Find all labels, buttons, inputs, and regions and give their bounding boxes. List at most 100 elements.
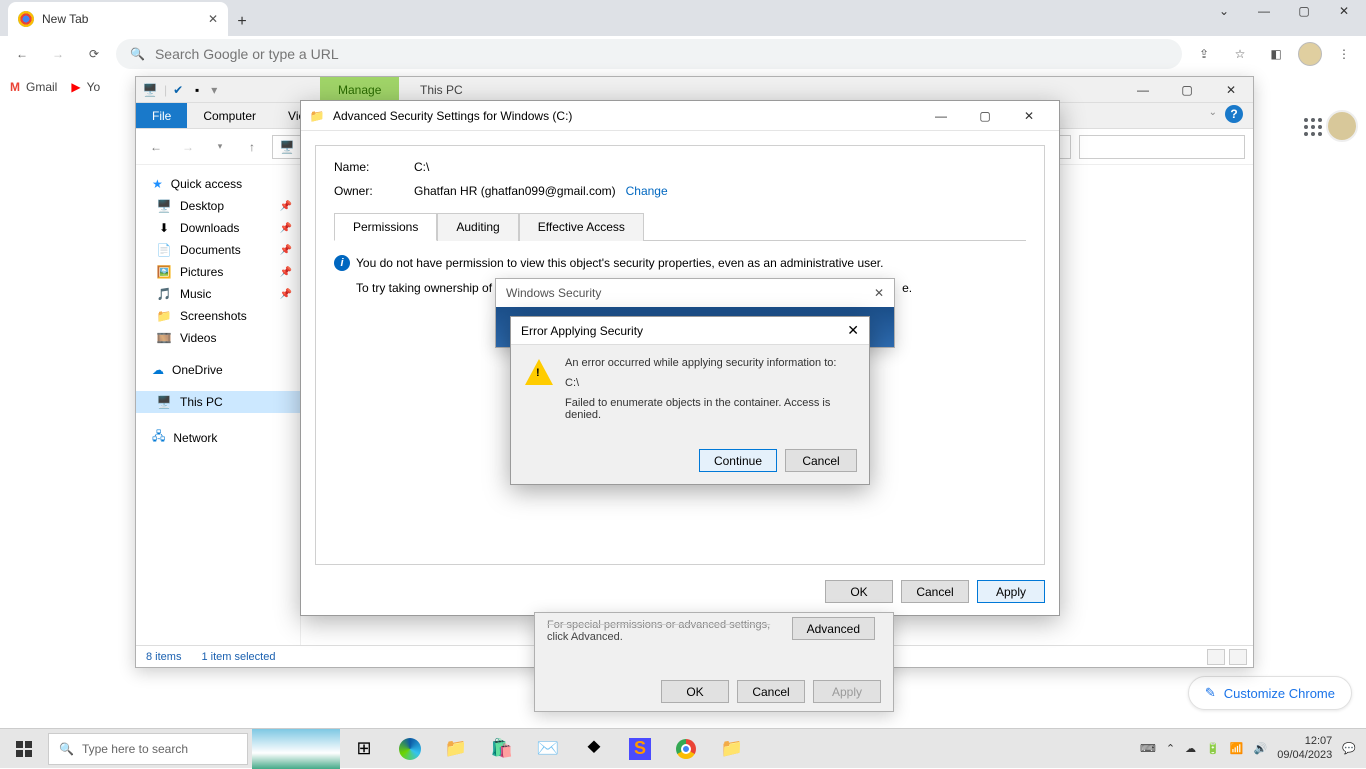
taskbar-search[interactable]: 🔍 Type here to search — [48, 733, 248, 765]
notifications-icon[interactable]: 💬 — [1342, 742, 1356, 755]
nav-quick-access[interactable]: ★Quick access — [136, 173, 300, 195]
help-icon[interactable]: ? — [1225, 105, 1243, 123]
battery-icon[interactable]: 🔋 — [1206, 742, 1220, 755]
omnibox-input[interactable] — [155, 46, 1168, 62]
ribbon-tab-computer[interactable]: Computer — [187, 103, 272, 128]
bookmark-youtube[interactable]: ▶Yo — [71, 80, 100, 94]
sublime-icon[interactable]: S — [618, 729, 662, 769]
new-tab-button[interactable]: + — [228, 8, 256, 36]
close-tab-icon[interactable]: ✕ — [208, 12, 218, 26]
error-title: Error Applying Security — [521, 324, 643, 338]
bookmark-star-icon[interactable]: ☆ — [1226, 40, 1254, 68]
close-window-button[interactable]: ✕ — [1330, 4, 1358, 18]
edge-icon[interactable] — [388, 729, 432, 769]
tab-auditing[interactable]: Auditing — [437, 213, 518, 241]
advsec-minimize-button[interactable]: — — [919, 101, 963, 131]
customize-chrome-button[interactable]: ✎ Customize Chrome — [1188, 676, 1352, 710]
cancel-button[interactable]: Cancel — [901, 580, 969, 603]
qat-folder-icon[interactable]: ▪ — [189, 82, 205, 98]
omnibox[interactable]: 🔍 — [116, 39, 1182, 69]
bookmark-label: Yo — [87, 80, 101, 94]
advsec-tabs: Permissions Auditing Effective Access — [334, 212, 1026, 241]
pin-icon: 📌 — [280, 289, 292, 300]
nav-label: Music — [180, 287, 211, 301]
error-close-button[interactable]: ✕ — [847, 322, 859, 339]
advsec-titlebar[interactable]: 📁 Advanced Security Settings for Windows… — [301, 101, 1059, 131]
nav-item-pictures[interactable]: 🖼️Pictures📌 — [136, 261, 300, 283]
onedrive-tray-icon[interactable]: ☁ — [1185, 742, 1196, 755]
start-button[interactable] — [0, 729, 48, 769]
change-owner-link[interactable]: Change — [626, 184, 668, 198]
chrome-tab-new[interactable]: New Tab ✕ — [8, 2, 228, 36]
back-button[interactable]: ← — [8, 40, 36, 68]
nav-label: Videos — [180, 331, 216, 345]
folder-task-icon[interactable]: 📁 — [710, 729, 754, 769]
weather-widget[interactable] — [252, 729, 340, 769]
taskbar-clock[interactable]: 12:07 09/04/2023 — [1277, 735, 1332, 761]
bookmark-gmail[interactable]: MGmail — [10, 80, 57, 94]
cancel-button[interactable]: Cancel — [785, 449, 857, 472]
explorer-close-button[interactable]: ✕ — [1209, 77, 1253, 103]
nav-label: Downloads — [180, 221, 239, 235]
folder-icon: 📁 — [156, 308, 172, 324]
tab-effective-access[interactable]: Effective Access — [519, 213, 644, 241]
store-icon[interactable]: 🛍️ — [480, 729, 524, 769]
google-apps-icon[interactable] — [1304, 118, 1322, 136]
nav-item-desktop[interactable]: 🖥️Desktop📌 — [136, 195, 300, 217]
chrome-menu-icon[interactable]: ⋮ — [1330, 40, 1358, 68]
tab-permissions[interactable]: Permissions — [334, 213, 437, 241]
maximize-button[interactable]: ▢ — [1290, 4, 1318, 18]
keyboard-icon[interactable]: ⌨ — [1140, 742, 1156, 755]
apply-button[interactable]: Apply — [977, 580, 1045, 603]
volume-icon[interactable]: 🔊 — [1254, 742, 1268, 755]
advsec-close-button[interactable]: ✕ — [1007, 101, 1051, 131]
reload-button[interactable]: ⟳ — [80, 40, 108, 68]
wifi-icon[interactable]: 📶 — [1230, 742, 1244, 755]
qat-checkmark-icon[interactable]: ✔ — [173, 83, 183, 97]
nav-item-videos[interactable]: 🎞️Videos — [136, 327, 300, 349]
nav-item-documents[interactable]: 📄Documents📌 — [136, 239, 300, 261]
nav-back-button[interactable]: ← — [144, 135, 168, 159]
explorer-minimize-button[interactable]: — — [1121, 77, 1165, 103]
ribbon-tab-file[interactable]: File — [136, 103, 187, 128]
explorer-maximize-button[interactable]: ▢ — [1165, 77, 1209, 103]
customize-label: Customize Chrome — [1224, 686, 1335, 701]
forward-button[interactable]: → — [44, 40, 72, 68]
tray-overflow-icon[interactable]: ⌃ — [1166, 742, 1175, 755]
qat-dropdown-icon[interactable]: ▾ — [211, 83, 217, 97]
nav-network[interactable]: 🖧Network — [136, 423, 300, 452]
nav-forward-button[interactable]: → — [176, 135, 200, 159]
navigation-pane: ★Quick access 🖥️Desktop📌 ⬇Downloads📌 📄Do… — [136, 165, 301, 645]
chrome-icon[interactable] — [664, 729, 708, 769]
side-panel-icon[interactable]: ◧ — [1262, 40, 1290, 68]
error-titlebar[interactable]: Error Applying Security ✕ — [511, 317, 869, 345]
share-icon[interactable]: ⇪ — [1190, 40, 1218, 68]
dropbox-icon[interactable]: ⯁ — [572, 729, 616, 769]
winsec-titlebar[interactable]: Windows Security ✕ — [496, 279, 894, 307]
winsec-close-button[interactable]: ✕ — [874, 286, 884, 300]
nav-item-screenshots[interactable]: 📁Screenshots — [136, 305, 300, 327]
chrome-profile-avatar[interactable] — [1298, 42, 1322, 66]
explorer-search-input[interactable] — [1079, 135, 1245, 159]
nav-onedrive[interactable]: ☁OneDrive — [136, 359, 300, 381]
nav-recent-dropdown[interactable]: ▾ — [208, 135, 232, 159]
chevron-down-icon[interactable]: ⌄ — [1210, 4, 1238, 18]
advanced-button[interactable]: Advanced — [792, 617, 875, 640]
thumbnails-view-icon[interactable] — [1229, 649, 1247, 665]
nav-this-pc[interactable]: 🖥️This PC — [136, 391, 300, 413]
cancel-button[interactable]: Cancel — [737, 680, 805, 703]
details-view-icon[interactable] — [1207, 649, 1225, 665]
ok-button[interactable]: OK — [825, 580, 893, 603]
advsec-maximize-button[interactable]: ▢ — [963, 101, 1007, 131]
nav-item-music[interactable]: 🎵Music📌 — [136, 283, 300, 305]
mail-icon[interactable]: ✉️ — [526, 729, 570, 769]
nav-up-button[interactable]: ↑ — [240, 135, 264, 159]
nav-item-downloads[interactable]: ⬇Downloads📌 — [136, 217, 300, 239]
explorer-icon[interactable]: 📁 — [434, 729, 478, 769]
ok-button[interactable]: OK — [661, 680, 729, 703]
google-account-avatar[interactable] — [1326, 110, 1358, 142]
ribbon-expand-icon[interactable]: ⌄ — [1209, 107, 1217, 118]
continue-button[interactable]: Continue — [699, 449, 777, 472]
minimize-button[interactable]: — — [1250, 4, 1278, 18]
task-view-button[interactable]: ⊞ — [342, 729, 386, 769]
